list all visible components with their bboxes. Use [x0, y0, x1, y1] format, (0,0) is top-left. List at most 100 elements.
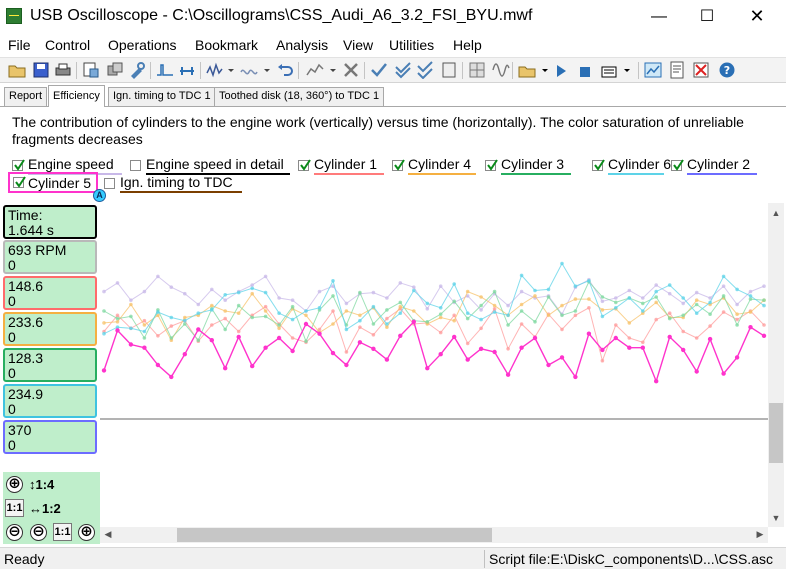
data-point: [236, 303, 241, 308]
data-point: [479, 308, 483, 312]
data-point: [398, 333, 403, 338]
menu-operations[interactable]: Operations: [108, 37, 176, 53]
sine-icon[interactable]: [492, 61, 510, 79]
data-point: [694, 298, 699, 302]
chevron-down-icon[interactable]: [324, 61, 336, 79]
legend-color-line: [608, 173, 664, 175]
legend-checkbox[interactable]: [392, 159, 405, 171]
grid-icon[interactable]: [468, 61, 486, 79]
close-button[interactable]: ✕: [734, 0, 780, 33]
save-icon[interactable]: [32, 61, 50, 79]
time-label: Time:: [8, 207, 43, 223]
legend-item[interactable]: Cylinder 2: [671, 156, 757, 175]
data-point: [317, 289, 322, 294]
legend-checkbox[interactable]: [671, 159, 684, 171]
tab-report[interactable]: Report: [4, 87, 48, 106]
legend-item[interactable]: Engine speed in detail: [130, 156, 290, 175]
tab-efficiency[interactable]: Efficiency: [48, 85, 105, 107]
legend-item[interactable]: Cylinder 6: [592, 156, 671, 175]
legend-label: Cylinder 2: [687, 156, 751, 172]
open-script-icon[interactable]: [518, 61, 536, 79]
legend-item[interactable]: Cylinder 4: [392, 156, 476, 175]
marker-a-icon[interactable]: A: [93, 189, 106, 202]
efficiency-chart[interactable]: [100, 203, 768, 527]
menu-utilities[interactable]: Utilities: [389, 37, 434, 53]
tab-ign-timing[interactable]: Ign. timing to TDC 1: [108, 87, 216, 106]
chart-view-icon[interactable]: [644, 61, 662, 79]
undo-icon[interactable]: [276, 61, 294, 79]
minimize-button[interactable]: —: [636, 0, 682, 33]
document-icon[interactable]: [440, 61, 458, 79]
chevron-down-icon[interactable]: [258, 61, 270, 79]
data-point: [654, 295, 658, 299]
legend-checkbox[interactable]: [485, 159, 498, 171]
open-folder-icon[interactable]: [8, 61, 26, 79]
data-point: [519, 345, 524, 350]
vertical-scroll-thumb[interactable]: [769, 403, 783, 463]
horizontal-scrollbar[interactable]: ◀ ▶: [100, 527, 768, 543]
legend-item[interactable]: Cylinder 3: [485, 156, 571, 175]
waveform-filter-icon[interactable]: [240, 61, 258, 79]
chevron-down-icon[interactable]: [222, 61, 234, 79]
data-point: [210, 303, 214, 308]
menu-view[interactable]: View: [343, 37, 373, 53]
data-point: [236, 334, 241, 340]
scroll-right-icon[interactable]: ▶: [752, 529, 768, 540]
menu-file[interactable]: File: [8, 37, 31, 53]
stop-script-icon[interactable]: [576, 61, 594, 79]
legend-item[interactable]: Cylinder 1: [298, 156, 384, 175]
menu-analysis[interactable]: Analysis: [276, 37, 328, 53]
check-down-icon[interactable]: [394, 61, 412, 79]
data-point: [331, 279, 335, 283]
tool-icon[interactable]: [128, 61, 146, 79]
menu-bookmark[interactable]: Bookmark: [195, 37, 258, 53]
horizontal-scroll-thumb[interactable]: [177, 528, 492, 542]
maximize-button[interactable]: ☐: [684, 0, 730, 33]
data-point: [357, 340, 363, 345]
delete-icon[interactable]: [342, 61, 360, 79]
legend-item[interactable]: Cylinder 5: [8, 172, 98, 193]
cylinder-2-readout: 370 0: [3, 420, 97, 454]
legend-item[interactable]: Engine speed: [12, 156, 122, 175]
menu-help[interactable]: Help: [453, 37, 482, 53]
vertical-scrollbar[interactable]: ▲ ▼: [768, 203, 784, 527]
data-point: [236, 329, 241, 334]
legend-checkbox[interactable]: [298, 159, 311, 171]
zoom-in-icon[interactable]: ⊕: [6, 476, 23, 493]
scroll-up-icon[interactable]: ▲: [768, 208, 784, 218]
data-point: [183, 322, 187, 326]
copy-icon[interactable]: [106, 61, 124, 79]
legend-checkbox[interactable]: [592, 159, 605, 171]
tab-toothed-disk[interactable]: Toothed disk (18, 360°) to TDC 1: [214, 87, 385, 106]
legend-checkbox[interactable]: [13, 176, 26, 188]
scroll-left-icon[interactable]: ◀: [100, 529, 116, 540]
legend-checkbox[interactable]: [130, 160, 141, 171]
marker-icon[interactable]: [178, 61, 196, 79]
export-icon[interactable]: [82, 61, 100, 79]
data-point: [694, 302, 699, 307]
one-to-one-button[interactable]: 1:1: [5, 499, 24, 517]
legend-checkbox[interactable]: [104, 178, 115, 189]
print-icon[interactable]: [54, 61, 72, 79]
data-point: [398, 281, 403, 285]
menu-control[interactable]: Control: [45, 37, 90, 53]
pulse-icon[interactable]: [156, 61, 174, 79]
zoom-out-icon[interactable]: ⊖: [6, 524, 23, 541]
script-list-icon[interactable]: [600, 61, 618, 79]
check-all-icon[interactable]: [416, 61, 434, 79]
help-icon[interactable]: ?: [718, 61, 736, 79]
scale-icon[interactable]: [306, 61, 324, 79]
legend-item[interactable]: Ign. timing to TDC: [104, 174, 242, 193]
data-point: [546, 362, 551, 368]
legend-checkbox[interactable]: [12, 159, 25, 171]
clear-icon[interactable]: [692, 61, 710, 79]
scroll-down-icon[interactable]: ▼: [768, 513, 784, 523]
zoom-out-horizontal-icon[interactable]: ⊖: [30, 524, 47, 541]
run-script-icon[interactable]: [552, 61, 570, 79]
check-icon[interactable]: [370, 61, 388, 79]
zoom-in-horizontal-icon[interactable]: ⊕: [78, 524, 95, 541]
chevron-down-icon[interactable]: [618, 61, 630, 79]
one-to-one-horizontal-button[interactable]: 1:1: [53, 523, 72, 541]
chevron-down-icon[interactable]: [536, 61, 548, 79]
report-icon[interactable]: [668, 61, 686, 79]
